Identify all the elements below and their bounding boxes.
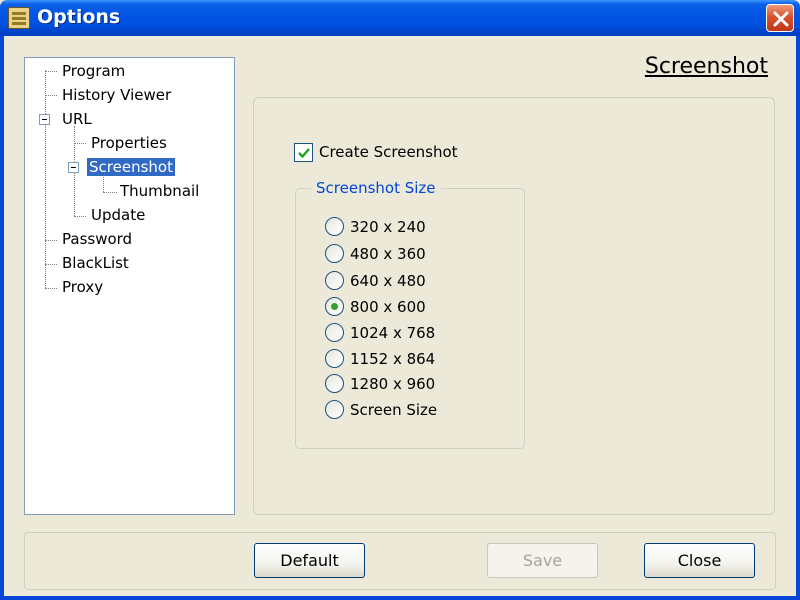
tree-connector	[103, 192, 117, 193]
tree-item-blacklist[interactable]: BlackList	[60, 252, 131, 274]
tree-connector	[45, 71, 57, 72]
tree-item-screenshot[interactable]: Screenshot	[87, 156, 175, 178]
checkmark-icon	[298, 148, 310, 159]
default-button[interactable]: Default	[254, 543, 365, 578]
tree-item-update[interactable]: Update	[89, 204, 147, 226]
create-screenshot-label: Create Screenshot	[319, 143, 458, 161]
window-title: Options	[37, 6, 121, 28]
radio-label: 640 x 480	[350, 272, 426, 290]
save-button[interactable]: Save	[487, 543, 598, 578]
tree-item-url[interactable]: URL	[60, 108, 94, 130]
close-button[interactable]: Close	[644, 543, 755, 578]
radio-button[interactable]	[325, 217, 344, 236]
radio-label: 480 x 360	[350, 245, 426, 263]
window-frame-left	[0, 36, 4, 600]
radio-label: 800 x 600	[350, 298, 426, 316]
window-frame-bottom	[0, 596, 800, 600]
options-tree[interactable]: Program History Viewer URL Properties Sc…	[24, 57, 235, 515]
create-screenshot-checkbox[interactable]	[294, 143, 313, 162]
tree-item-history-viewer[interactable]: History Viewer	[60, 84, 173, 106]
radio-button[interactable]	[325, 244, 344, 263]
tree-connector	[45, 264, 57, 265]
title-bar[interactable]: Options	[0, 0, 800, 36]
radio-button[interactable]	[325, 374, 344, 393]
tree-connector	[74, 143, 86, 144]
page-title: Screenshot	[644, 54, 768, 79]
tree-item-password[interactable]: Password	[60, 228, 134, 250]
tree-connector	[45, 240, 57, 241]
close-icon	[773, 11, 789, 27]
tree-connector	[45, 95, 57, 96]
radio-label: 320 x 240	[350, 218, 426, 236]
radio-button[interactable]	[325, 400, 344, 419]
radio-label: Screen Size	[350, 401, 438, 419]
close-window-button[interactable]	[766, 4, 794, 32]
options-app-icon	[8, 7, 30, 29]
tree-connector	[74, 216, 86, 217]
tree-connector	[45, 70, 46, 288]
radio-label: 1024 x 768	[350, 324, 436, 342]
tree-item-proxy[interactable]: Proxy	[60, 276, 105, 298]
radio-button[interactable]	[325, 323, 344, 342]
radio-button[interactable]	[325, 271, 344, 290]
radio-label: 1152 x 864	[350, 350, 436, 368]
window-frame-right	[796, 36, 800, 600]
tree-connector	[45, 288, 57, 289]
radio-button-selected[interactable]	[325, 297, 344, 316]
tree-item-properties[interactable]: Properties	[89, 132, 169, 154]
screenshot-collapse-toggle[interactable]	[68, 162, 79, 173]
screenshot-size-legend: Screenshot Size	[311, 177, 441, 199]
radio-button[interactable]	[325, 349, 344, 368]
url-collapse-toggle[interactable]	[39, 114, 50, 125]
tree-item-thumbnail[interactable]: Thumbnail	[118, 180, 201, 202]
radio-label: 1280 x 960	[350, 375, 436, 393]
tree-item-program[interactable]: Program	[60, 60, 127, 82]
